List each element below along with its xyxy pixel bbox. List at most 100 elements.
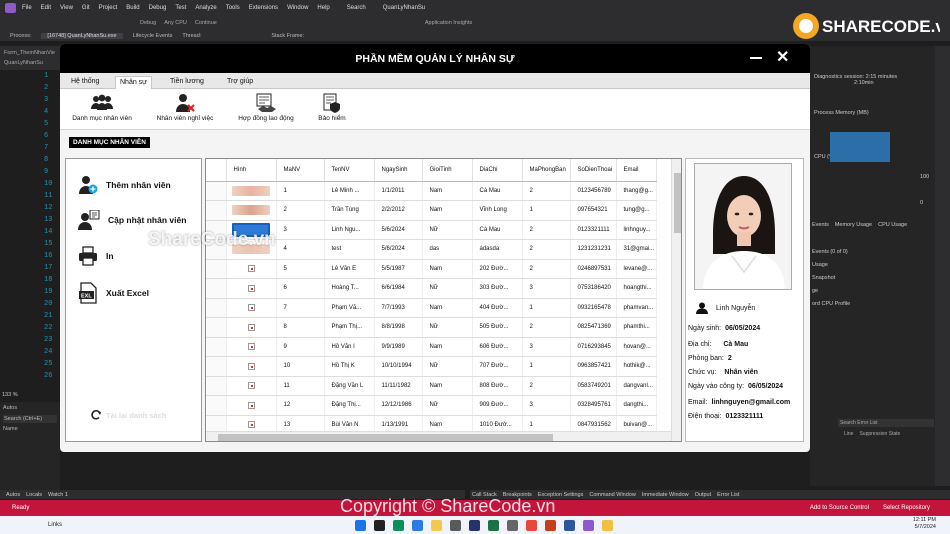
photo-cell[interactable] bbox=[226, 337, 277, 357]
table-cell[interactable]: 5/6/2024 bbox=[374, 239, 423, 260]
table-cell[interactable]: 2 bbox=[522, 259, 571, 279]
table-cell[interactable]: Cà Mau bbox=[472, 181, 523, 201]
column-header[interactable]: MaNV bbox=[276, 159, 325, 182]
table-cell[interactable]: 404 Đườ... bbox=[472, 298, 523, 318]
excel-icon[interactable] bbox=[488, 519, 499, 531]
tab-tro-giup[interactable]: Trợ giúp bbox=[223, 76, 257, 89]
photo-cell[interactable] bbox=[226, 200, 277, 221]
row-header[interactable] bbox=[206, 356, 227, 377]
table-cell[interactable]: 12/12/1986 bbox=[374, 395, 423, 416]
table-cell[interactable]: 2 bbox=[522, 317, 571, 338]
table-cell[interactable]: 2 bbox=[522, 239, 571, 260]
table-cell[interactable]: thang@g... bbox=[616, 181, 657, 201]
table-row[interactable]: 9 Hồ Văn I 9/9/1989 Nam 606 Đườ... 3 071629384… bbox=[206, 337, 657, 357]
column-header[interactable]: Hình bbox=[226, 159, 277, 182]
panel-tab[interactable]: Immediate Window bbox=[642, 492, 689, 498]
taskbar-clock[interactable]: 12:11 PM 5/7/2024 bbox=[913, 517, 936, 531]
row-header[interactable] bbox=[206, 395, 227, 416]
vs-menu-item[interactable]: Window bbox=[287, 5, 308, 11]
vs-toolbar-item[interactable]: Any CPU bbox=[164, 20, 187, 26]
photo-cell[interactable] bbox=[226, 376, 277, 396]
table-cell[interactable]: 808 Đườ... bbox=[472, 376, 523, 396]
table-cell[interactable]: 0716293845 bbox=[570, 337, 617, 357]
column-header[interactable]: DiaChi bbox=[472, 159, 523, 182]
chrome-icon[interactable] bbox=[526, 519, 537, 531]
autos-search[interactable]: Search (Ctrl+E) bbox=[3, 415, 57, 423]
table-cell[interactable]: Lê Văn E bbox=[324, 259, 375, 279]
table-cell[interactable]: Nam bbox=[422, 200, 473, 221]
row-header[interactable] bbox=[206, 278, 227, 299]
table-cell[interactable]: 31@gmai... bbox=[616, 239, 657, 260]
table-cell[interactable]: dangvanl... bbox=[616, 376, 657, 396]
zoom-level[interactable]: 133 % bbox=[2, 392, 18, 398]
vs-search[interactable]: Search bbox=[347, 5, 366, 11]
table-cell[interactable]: 606 Đườ... bbox=[472, 337, 523, 357]
diag-tab[interactable]: Events bbox=[812, 222, 829, 228]
vs-menu-item[interactable]: Edit bbox=[41, 5, 51, 11]
table-row[interactable]: 1 Lê Minh ... 1/1/2011 Nam Cà Mau 2 0123456789… bbox=[206, 181, 657, 201]
vs-menu-item[interactable]: Analyze bbox=[195, 5, 216, 11]
table-cell[interactable]: Nam bbox=[422, 298, 473, 318]
table-cell[interactable]: 10/10/1994 bbox=[374, 356, 423, 377]
photoshop-icon[interactable] bbox=[469, 519, 480, 531]
column-header[interactable]: SoDienThoai bbox=[570, 159, 617, 182]
table-cell[interactable]: Nam bbox=[422, 259, 473, 279]
table-cell[interactable]: Đặng Thị... bbox=[324, 395, 375, 416]
table-cell[interactable]: 5 bbox=[276, 259, 325, 279]
panel-tab[interactable]: Error List bbox=[717, 492, 739, 498]
table-cell[interactable]: ádasda bbox=[472, 239, 523, 260]
table-cell[interactable]: 10 bbox=[276, 356, 325, 377]
store-icon[interactable] bbox=[450, 519, 461, 531]
diag-tab[interactable]: Memory Usage bbox=[835, 222, 872, 228]
table-row[interactable]: 6 Hoàng T... 6/6/1984 Nữ 303 Đườ... 3 07531864… bbox=[206, 278, 657, 299]
photo-cell[interactable] bbox=[226, 395, 277, 416]
table-cell[interactable]: 1 bbox=[276, 181, 325, 201]
ribbon-nhan-vien-nghi-viec[interactable]: Nhân viên nghỉ việc bbox=[150, 93, 220, 122]
vs-menu-item[interactable]: Help bbox=[317, 5, 329, 11]
app-icon[interactable] bbox=[507, 519, 518, 531]
table-cell[interactable]: phamvan... bbox=[616, 298, 657, 318]
ribbon-bao-hiem[interactable]: Bảo hiểm bbox=[310, 93, 354, 122]
column-header[interactable]: MaPhongBan bbox=[522, 159, 571, 182]
table-cell[interactable]: 097654321 bbox=[570, 200, 617, 221]
tab-tien-luong[interactable]: Tiền lương bbox=[166, 76, 208, 89]
table-cell[interactable]: 11/11/1982 bbox=[374, 376, 423, 396]
vs-menu-item[interactable]: Tools bbox=[226, 5, 240, 11]
photo-cell[interactable] bbox=[226, 181, 277, 201]
table-cell[interactable]: 2/2/2012 bbox=[374, 200, 423, 221]
process-select[interactable]: [16748] QuanLyNhanSu.exe bbox=[41, 32, 123, 39]
table-cell[interactable]: 7/7/1993 bbox=[374, 298, 423, 318]
tab-he-thong[interactable]: Hệ thống bbox=[67, 76, 103, 89]
table-cell[interactable]: Nam bbox=[422, 376, 473, 396]
windows-start-icon[interactable] bbox=[355, 519, 366, 531]
grid-horizontal-scrollbar[interactable] bbox=[206, 431, 671, 441]
table-cell[interactable]: das bbox=[422, 239, 473, 260]
table-cell[interactable]: Phạm Vă... bbox=[324, 298, 375, 318]
photos-icon[interactable] bbox=[412, 519, 423, 531]
table-cell[interactable]: hovan@... bbox=[616, 337, 657, 357]
panel-tab[interactable]: Locals bbox=[26, 492, 42, 498]
panel-tab[interactable]: Watch 1 bbox=[48, 492, 68, 498]
row-header[interactable] bbox=[206, 200, 227, 221]
panel-tab[interactable]: Autos bbox=[6, 492, 20, 498]
table-cell[interactable]: 0328495761 bbox=[570, 395, 617, 416]
tab-nhan-su[interactable]: Nhân sự bbox=[115, 76, 152, 89]
table-cell[interactable]: 8/8/1998 bbox=[374, 317, 423, 338]
table-cell[interactable]: Vĩnh Long bbox=[472, 200, 523, 221]
vs-menu-item[interactable]: Debug bbox=[149, 5, 167, 11]
table-cell[interactable]: 5/5/1987 bbox=[374, 259, 423, 279]
table-cell[interactable]: 2 bbox=[522, 376, 571, 396]
table-cell[interactable]: 505 Đườ... bbox=[472, 317, 523, 338]
table-row[interactable]: 5 Lê Văn E 5/5/1987 Nam 202 Đườ... 2 024689753… bbox=[206, 259, 657, 279]
table-cell[interactable]: Linh Ngu... bbox=[324, 220, 375, 240]
table-cell[interactable]: Nữ bbox=[422, 356, 473, 377]
table-cell[interactable]: 0246897531 bbox=[570, 259, 617, 279]
table-row[interactable]: 10 Hồ Thị K 10/10/1994 Nữ 707 Đườ... 1 0963857… bbox=[206, 356, 657, 377]
table-cell[interactable]: dangthi... bbox=[616, 395, 657, 416]
table-cell[interactable]: 1 bbox=[522, 298, 571, 318]
table-cell[interactable]: 3 bbox=[522, 278, 571, 299]
table-cell[interactable]: 2 bbox=[522, 181, 571, 201]
table-cell[interactable]: 0123456789 bbox=[570, 181, 617, 201]
table-cell[interactable]: 5/6/2024 bbox=[374, 220, 423, 240]
table-cell[interactable]: Hoàng T... bbox=[324, 278, 375, 299]
